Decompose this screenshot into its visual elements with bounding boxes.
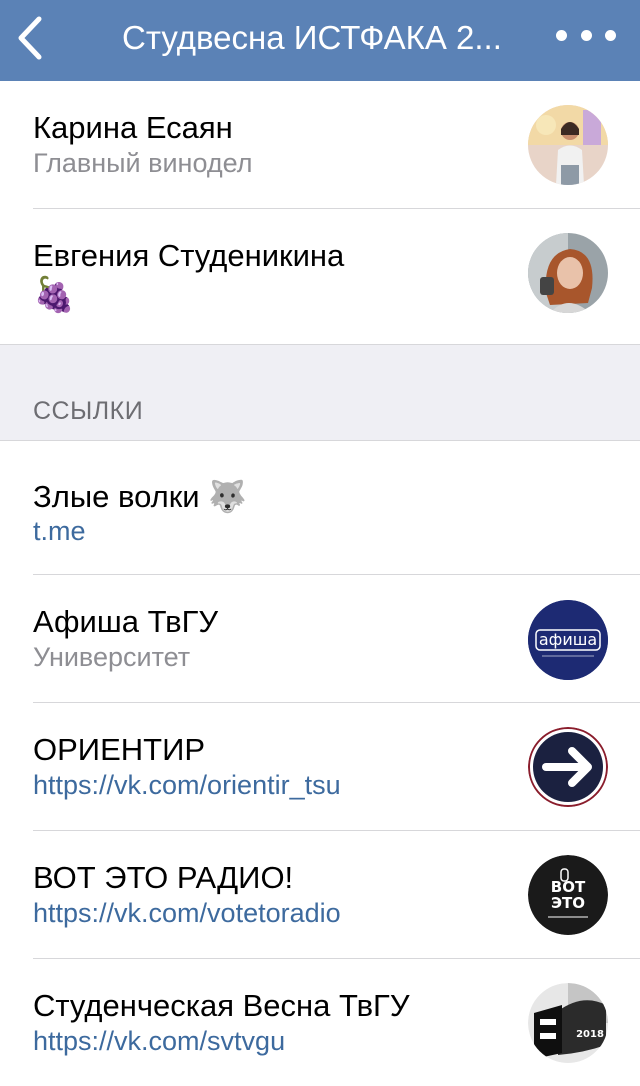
contact-row[interactable]: Карина Есаян Главный винодел (0, 81, 640, 209)
contact-role: Главный винодел (33, 148, 253, 178)
contact-row[interactable]: Евгения Студеникина 🍇 (0, 209, 640, 344)
link-url[interactable]: https://vk.com/svtvgu (33, 1025, 285, 1057)
page-title: Студвесна ИСТФАКА 2... (122, 19, 502, 56)
grapes-emoji: 🍇 (33, 276, 76, 314)
section-header: ССЫЛКИ (0, 344, 640, 441)
radio-logo-icon: ВОТ ЭТО (528, 855, 608, 935)
afisha-logo-icon: афиша (528, 600, 608, 680)
nav-header: Студвесна ИСТФАКА 2... (0, 0, 640, 81)
link-url[interactable]: t.me (33, 515, 86, 547)
link-row[interactable]: Злые волки 🐺 t.me (0, 441, 640, 575)
link-description: Университет (33, 642, 191, 672)
more-button[interactable] (556, 20, 616, 50)
link-title: Студенческая Весна ТвГУ (33, 988, 410, 1023)
link-url[interactable]: https://vk.com/votetoradio (33, 897, 341, 929)
arrow-right-logo-icon (528, 727, 608, 807)
avatar (528, 105, 608, 185)
link-row[interactable]: ВОТ ЭТО РАДИО! https://vk.com/votetoradi… (0, 831, 640, 959)
vesna-logo-icon: 2018 (528, 983, 608, 1063)
link-title: Афиша ТвГУ (33, 604, 219, 639)
svg-text:2018: 2018 (576, 1029, 604, 1040)
chevron-left-icon (18, 16, 42, 60)
svg-text:афиша: афиша (539, 630, 597, 649)
link-row[interactable]: Студенческая Весна ТвГУ https://vk.com/s… (0, 959, 640, 1086)
link-url[interactable]: https://vk.com/orientir_tsu (33, 769, 341, 801)
link-row[interactable]: Афиша ТвГУ Университет афиша (0, 575, 640, 703)
link-row[interactable]: ОРИЕНТИР https://vk.com/orientir_tsu (0, 703, 640, 831)
section-title: ССЫЛКИ (33, 397, 144, 425)
contact-name: Евгения Студеникина (33, 238, 345, 273)
back-button[interactable] (8, 12, 52, 64)
svg-text:ЭТО: ЭТО (551, 894, 585, 912)
link-title: Злые волки 🐺 (33, 479, 247, 514)
contact-name: Карина Есаян (33, 110, 233, 145)
avatar (528, 233, 608, 313)
link-title: ВОТ ЭТО РАДИО! (33, 860, 294, 895)
link-title: ОРИЕНТИР (33, 732, 206, 767)
more-horizontal-icon (556, 29, 567, 41)
